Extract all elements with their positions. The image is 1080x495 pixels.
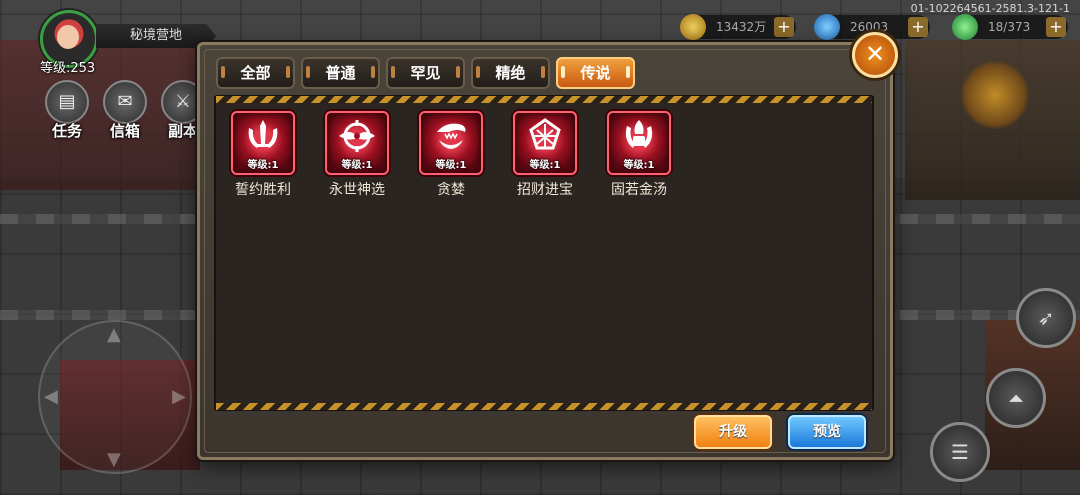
rank-button[interactable]: ⏶ xyxy=(986,368,1046,428)
jaw-icon: 等级:1 xyxy=(419,111,483,175)
gold-coin-icon xyxy=(680,14,706,40)
preview-button[interactable]: 预览 xyxy=(788,415,866,449)
list-icon: ☰ xyxy=(951,440,969,464)
item-name: 招财进宝 xyxy=(517,182,573,198)
item-name: 固若金汤 xyxy=(611,182,667,198)
tab-rare[interactable]: 罕见 xyxy=(386,57,465,89)
winged-eye-icon: 等级:1 xyxy=(325,111,389,175)
tab-legendary[interactable]: 传说 xyxy=(556,57,635,89)
chevron-rank-icon: ⏶ xyxy=(1008,386,1024,410)
menu-mail-label: 信箱 xyxy=(109,122,140,140)
energy-value: 18/373 xyxy=(988,20,1031,34)
arrow-right-icon: ▶ xyxy=(172,386,186,407)
item-name: 誓约胜利 xyxy=(235,182,291,198)
arrow-down-icon: ▼ xyxy=(107,449,121,470)
hazard-stripe-bottom xyxy=(216,403,872,410)
virtual-joystick[interactable]: ▲ ▼ ◀ ▶ xyxy=(38,320,192,474)
build-id: 01-102264561-2581.3-121-1 xyxy=(910,2,1070,15)
close-dialog-button[interactable]: ✕ xyxy=(852,32,898,78)
green-crystal-icon xyxy=(952,14,978,40)
menu-mail-button[interactable]: ✉ 信箱 xyxy=(102,80,148,141)
item-greed[interactable]: 等级:1 贪婪 xyxy=(419,111,483,199)
left-menu: ▤ 任务 ✉ 信箱 ⚔ 副本 xyxy=(44,80,206,141)
add-gem-button[interactable]: + xyxy=(908,17,928,37)
building-right xyxy=(905,40,1080,200)
lattice-shield-icon: 等级:1 xyxy=(513,111,577,175)
menu-quest-button[interactable]: ▤ 任务 xyxy=(44,80,90,141)
rarity-tabs: 全部 普通 罕见 精绝 传说 xyxy=(216,57,635,89)
add-energy-button[interactable]: + xyxy=(1046,17,1066,37)
quest-icon: ▤ xyxy=(45,80,89,124)
item-level: 等级:1 xyxy=(247,160,279,171)
currency-gold: 13432万 + xyxy=(680,14,796,40)
menu-quest-label: 任务 xyxy=(51,122,82,140)
tab-epic[interactable]: 精绝 xyxy=(471,57,550,89)
item-level: 等级:1 xyxy=(529,160,561,171)
item-level: 等级:1 xyxy=(623,160,655,171)
menu-list-button[interactable]: ☰ xyxy=(930,422,990,482)
tab-all[interactable]: 全部 xyxy=(216,57,295,89)
item-fortune[interactable]: 等级:1 招财进宝 xyxy=(513,111,577,199)
item-name: 贪婪 xyxy=(437,182,465,198)
player-level: 等级:253 xyxy=(40,61,96,76)
gold-value: 13432万 xyxy=(716,20,767,34)
mail-icon: ✉ xyxy=(103,80,147,124)
close-icon: ✕ xyxy=(864,40,886,68)
tab-common[interactable]: 普通 xyxy=(301,57,380,89)
blue-gem-icon xyxy=(814,14,840,40)
item-level: 等级:1 xyxy=(435,160,467,171)
item-impregnable[interactable]: 等级:1 固若金汤 xyxy=(607,111,671,199)
upgrade-button[interactable]: 升级 xyxy=(694,415,772,449)
helmet-crest-icon: 等级:1 xyxy=(607,111,671,175)
item-oath-victory[interactable]: 等级:1 誓约胜利 xyxy=(231,111,295,199)
item-level: 等级:1 xyxy=(341,160,373,171)
hazard-stripe-top xyxy=(216,96,872,103)
add-gold-button[interactable]: + xyxy=(774,17,794,37)
arrow-up-icon: ▲ xyxy=(107,324,121,345)
gun-icon: ➶ xyxy=(1037,306,1055,330)
item-grid-panel: 等级:1 誓约胜利 等级:1 永世神选 等级:1 贪婪 等级:1 招财进宝 等级… xyxy=(214,95,874,411)
item-list: 等级:1 誓约胜利 等级:1 永世神选 等级:1 贪婪 等级:1 招财进宝 等级… xyxy=(231,111,671,199)
legend-skills-dialog: 全部 普通 罕见 精绝 传说 等级:1 誓约胜利 等级:1 永世神选 等级:1 … xyxy=(197,42,893,460)
item-name: 永世神选 xyxy=(329,182,385,198)
sword-emblem-icon: 等级:1 xyxy=(231,111,295,175)
arrow-left-icon: ◀ xyxy=(44,386,58,407)
weapon-switch-button[interactable]: ➶ xyxy=(1016,288,1076,348)
item-eternal-chosen[interactable]: 等级:1 永世神选 xyxy=(325,111,389,199)
currency-energy: 18/373 + xyxy=(952,14,1068,40)
